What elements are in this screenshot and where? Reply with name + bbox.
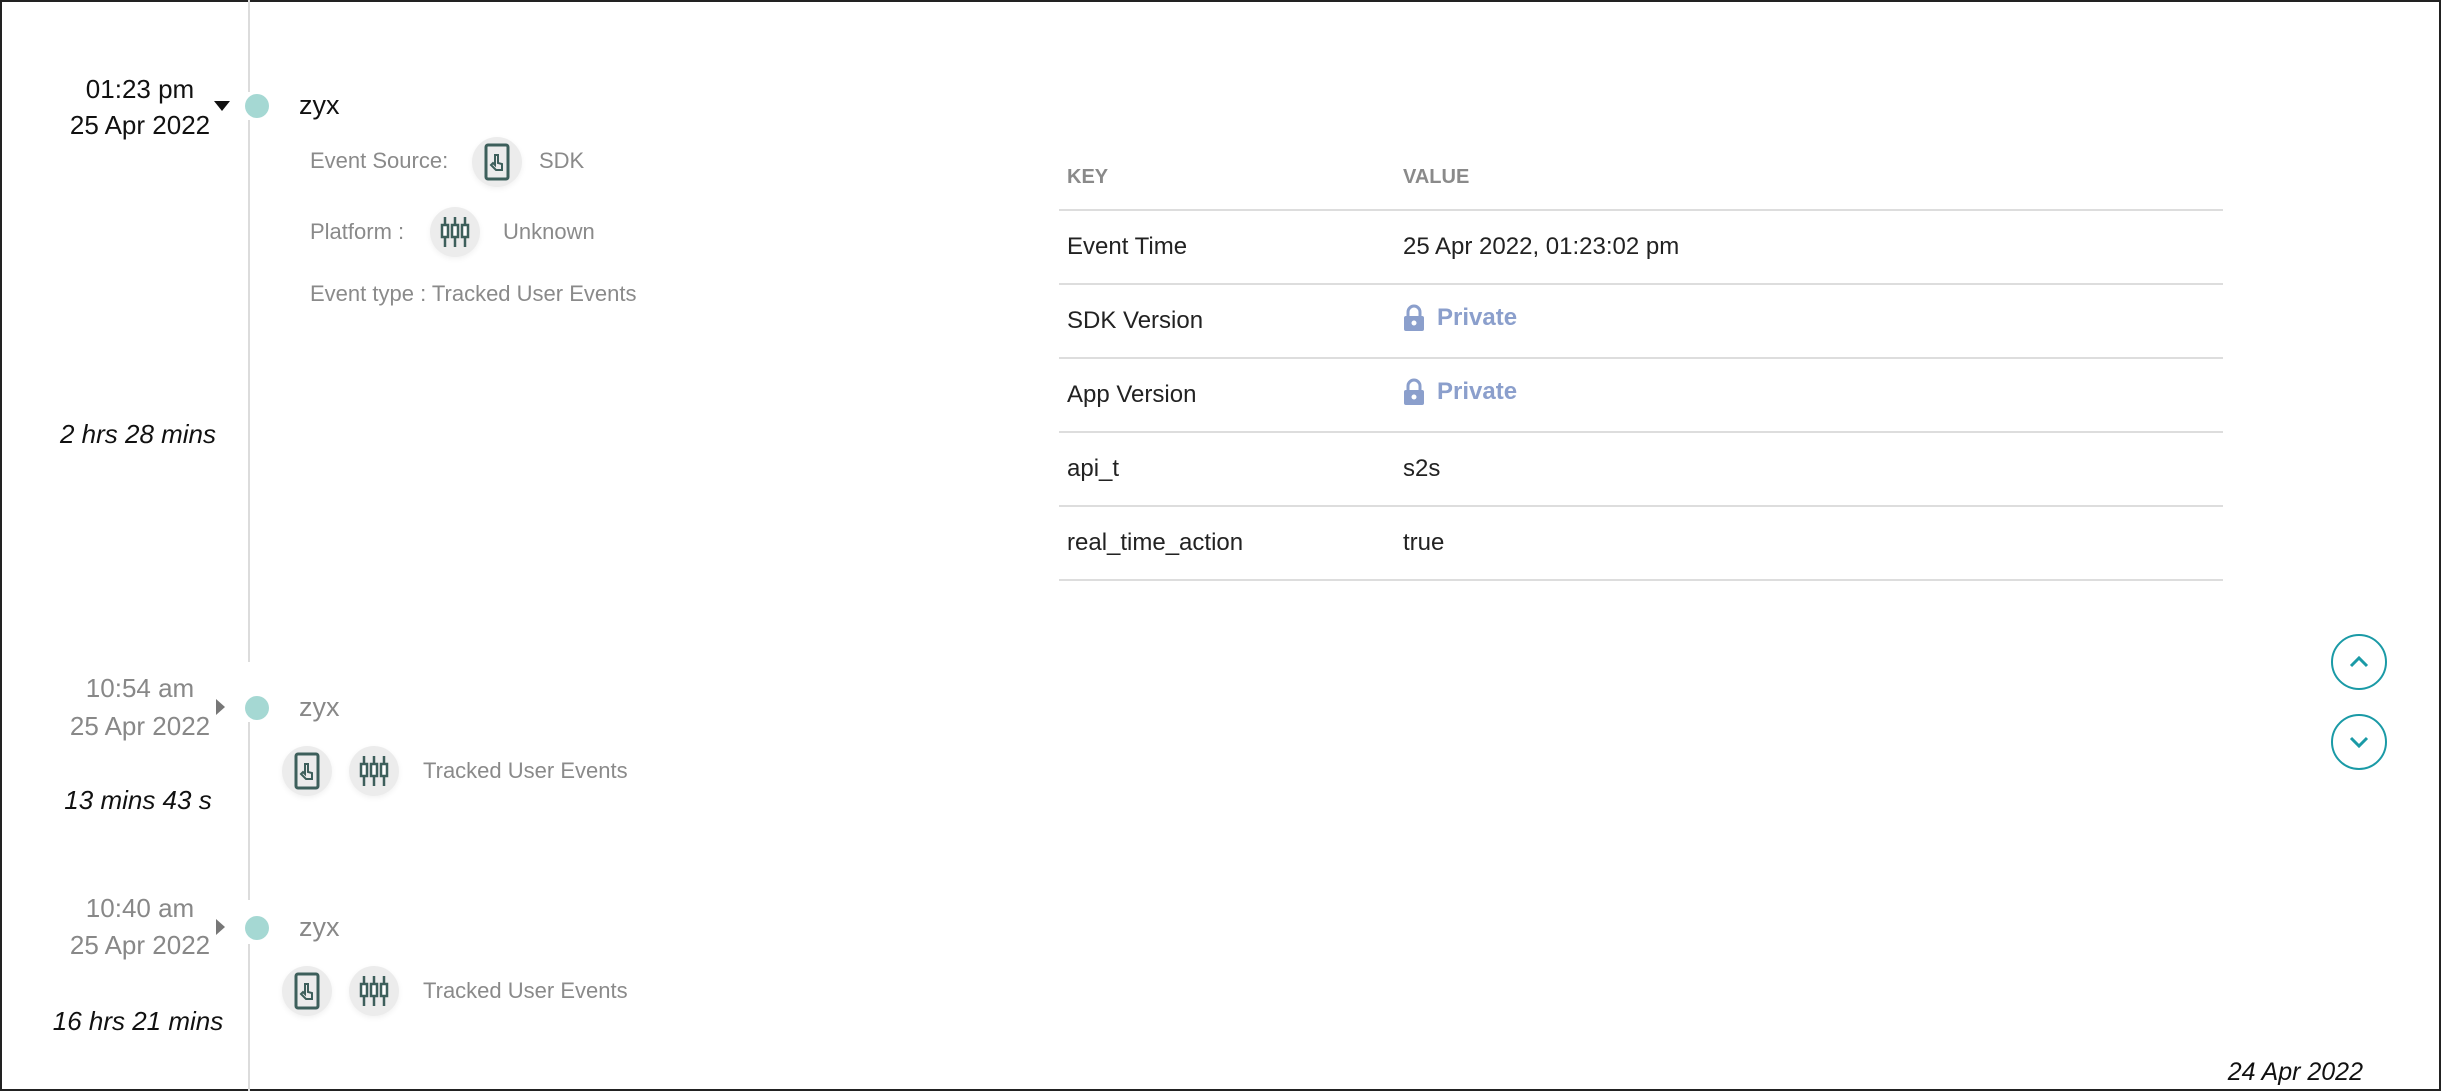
timeline-line: [248, 120, 250, 662]
collapse-caret-icon[interactable]: [214, 101, 230, 111]
time-gap: 13 mins 43 s: [28, 785, 248, 816]
table-row: real_time_action true: [1059, 506, 2223, 580]
lock-icon: [1403, 304, 1425, 332]
value-column-header: VALUE: [1395, 145, 2223, 210]
time-gap: 2 hrs 28 mins: [28, 419, 248, 450]
property-key: App Version: [1059, 358, 1395, 432]
table-row: Event Time 25 Apr 2022, 01:23:02 pm: [1059, 210, 2223, 284]
event-name[interactable]: zyx: [299, 90, 340, 121]
table-row: SDK Version Private: [1059, 284, 2223, 358]
property-key: real_time_action: [1059, 506, 1395, 580]
platform-label: Platform :: [310, 219, 404, 245]
table-header: KEY VALUE: [1059, 145, 2223, 210]
sdk-phone-icon: [282, 966, 332, 1016]
timeline-line: [248, 0, 250, 92]
platform-unknown-icon: [430, 207, 480, 257]
property-value: true: [1395, 506, 2223, 580]
scroll-up-button[interactable]: [2331, 634, 2387, 690]
time-gap: 16 hrs 21 mins: [28, 1006, 248, 1037]
event-source-value: SDK: [539, 148, 584, 174]
timeline-dot: [245, 94, 269, 118]
platform-unknown-icon: [349, 746, 399, 796]
platform-unknown-icon: [349, 966, 399, 1016]
sdk-phone-icon: [282, 746, 332, 796]
event-date: 25 Apr 2022: [40, 927, 240, 963]
event-source-label: Event Source:: [310, 148, 448, 174]
event-properties-table: KEY VALUE Event Time 25 Apr 2022, 01:23:…: [1059, 145, 2223, 581]
event-type: Tracked User Events: [423, 978, 628, 1004]
event-time: 10:40 am: [40, 890, 240, 926]
event-time: 01:23 pm: [40, 71, 240, 107]
private-label: Private: [1437, 304, 1517, 332]
timeline-dot: [245, 696, 269, 720]
platform-value: Unknown: [503, 219, 595, 245]
timeline-line: [248, 722, 250, 900]
chevron-up-icon: [2348, 655, 2370, 669]
property-key: SDK Version: [1059, 284, 1395, 358]
table-row: App Version Private: [1059, 358, 2223, 432]
event-name[interactable]: zyx: [299, 692, 340, 723]
private-label: Private: [1437, 378, 1517, 406]
event-date: 25 Apr 2022: [40, 107, 240, 143]
key-column-header: KEY: [1059, 145, 1395, 210]
property-value: 25 Apr 2022, 01:23:02 pm: [1395, 210, 2223, 284]
event-time: 10:54 am: [40, 670, 240, 706]
event-type: Event type : Tracked User Events: [310, 281, 636, 307]
property-value: s2s: [1395, 432, 2223, 506]
table-row: api_t s2s: [1059, 432, 2223, 506]
event-name[interactable]: zyx: [299, 912, 340, 943]
expand-caret-icon[interactable]: [216, 699, 225, 715]
timeline-line: [248, 944, 250, 1091]
sdk-phone-icon: [472, 137, 522, 187]
private-value: Private: [1403, 304, 1517, 332]
scroll-down-button[interactable]: [2331, 714, 2387, 770]
property-key: Event Time: [1059, 210, 1395, 284]
property-key: api_t: [1059, 432, 1395, 506]
lock-icon: [1403, 378, 1425, 406]
private-value: Private: [1403, 378, 1517, 406]
expand-caret-icon[interactable]: [216, 919, 225, 935]
timeline-dot: [245, 916, 269, 940]
chevron-down-icon: [2348, 735, 2370, 749]
event-date: 25 Apr 2022: [40, 708, 240, 744]
day-separator-label: 24 Apr 2022: [2228, 1058, 2363, 1087]
event-type: Tracked User Events: [423, 758, 628, 784]
